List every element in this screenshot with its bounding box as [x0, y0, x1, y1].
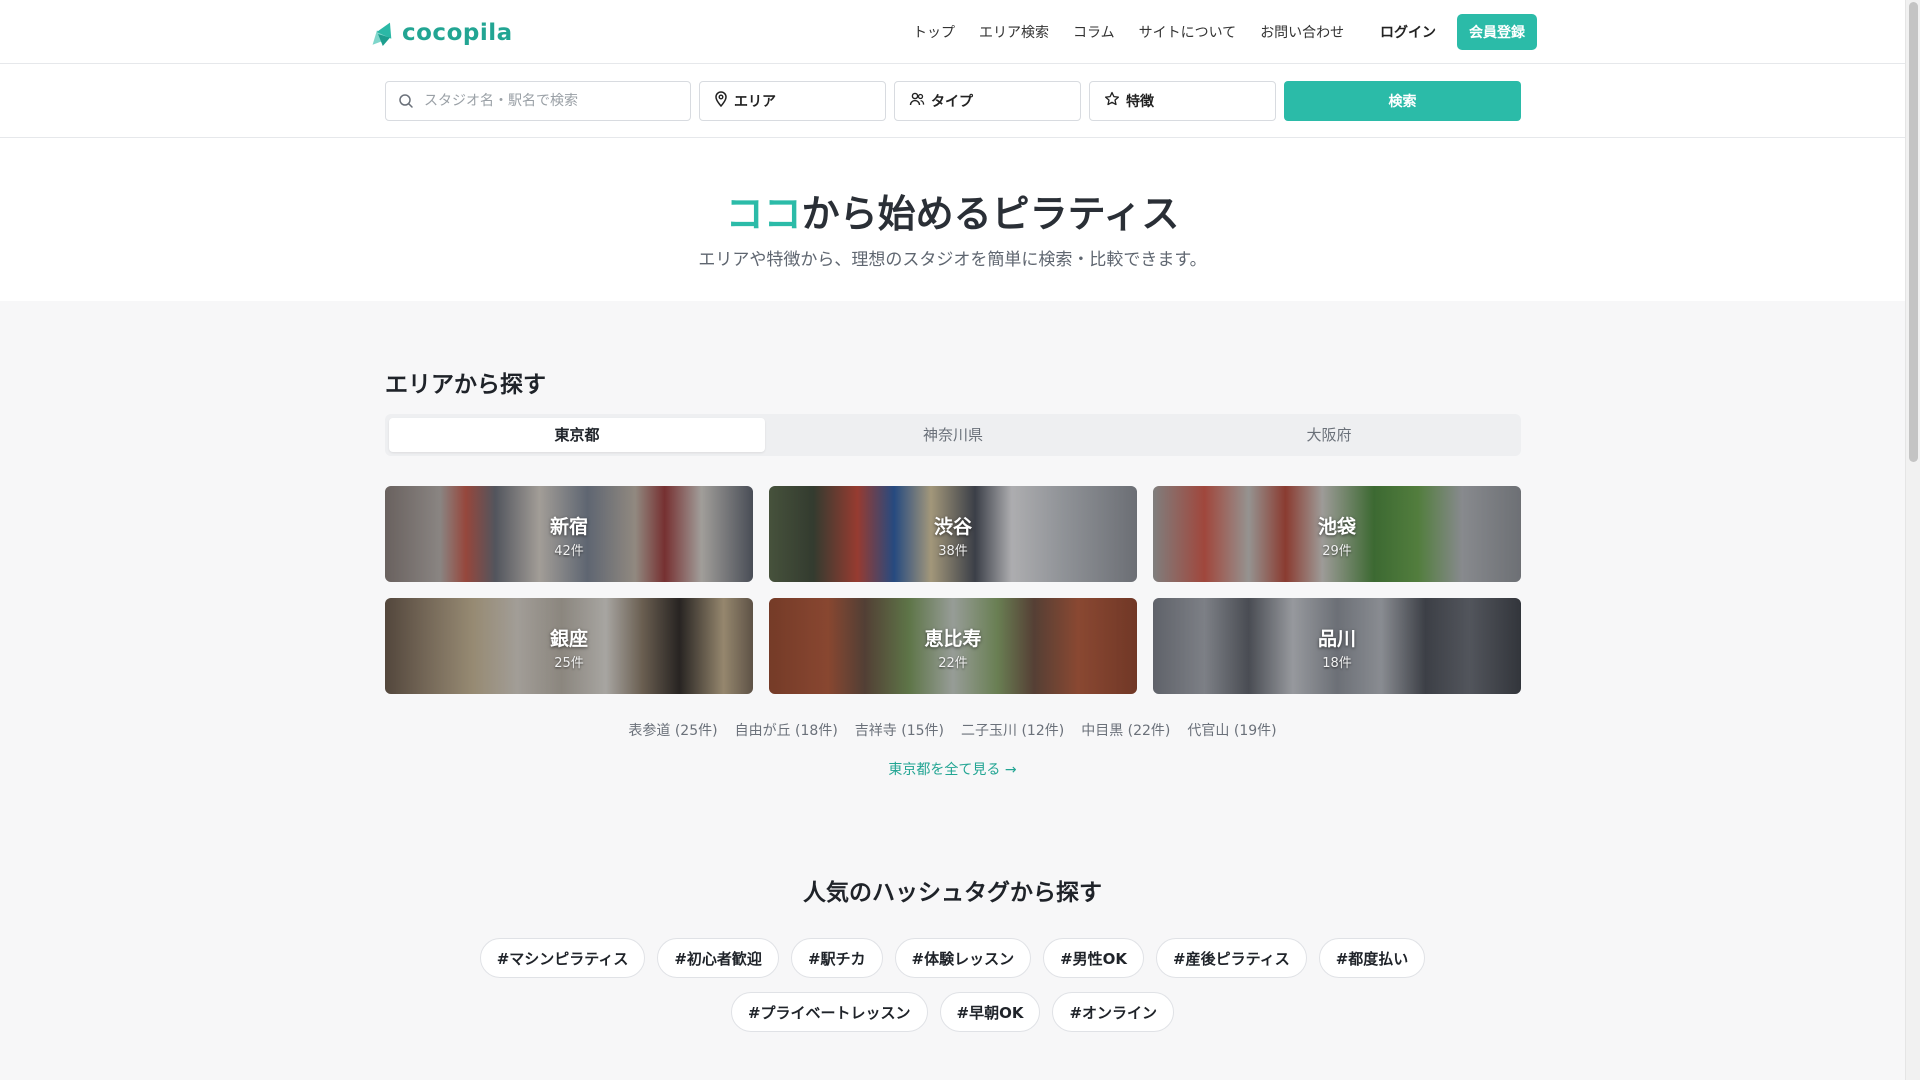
search-button[interactable]: 検索: [1284, 81, 1521, 121]
signup-button[interactable]: 会員登録: [1457, 14, 1537, 50]
logo-mark-icon: [368, 19, 398, 46]
city-count: 18件: [1322, 656, 1352, 671]
main-nav: トップ エリア検索 コラム サイトについて お問い合わせ: [913, 0, 1344, 64]
city-count: 22件: [938, 656, 968, 671]
feature-filter[interactable]: 特徴: [1089, 81, 1276, 121]
hashtag-chip[interactable]: #男性OK: [1043, 938, 1145, 978]
type-filter-label: タイプ: [931, 94, 973, 110]
city-count: 42件: [554, 544, 584, 559]
city-card-ikebukuro[interactable]: 池袋 29件: [1153, 486, 1521, 582]
logo-text: cocopila: [402, 20, 513, 46]
hashtag-chip[interactable]: #早朝OK: [939, 992, 1041, 1032]
city-card-ginza[interactable]: 銀座 25件: [385, 598, 753, 694]
scrollbar-thumb[interactable]: [1909, 2, 1918, 462]
city-card-shinagawa[interactable]: 品川 18件: [1153, 598, 1521, 694]
hashtag-chip[interactable]: #初心者歓迎: [657, 938, 779, 978]
hashtag-chip[interactable]: #オンライン: [1052, 992, 1175, 1032]
star-icon: [1104, 91, 1120, 111]
hashtag-section-title: 人気のハッシュタグから探す: [803, 880, 1102, 906]
tab-tokyo[interactable]: 東京都: [389, 418, 765, 452]
city-name: 恵比寿: [924, 628, 982, 650]
sub-area-link[interactable]: 自由が丘 (18件): [735, 720, 838, 740]
sub-area-list: 表参道 (25件) 自由が丘 (18件) 吉祥寺 (15件) 二子玉川 (12件…: [0, 720, 1905, 740]
nav-item-contact[interactable]: お問い合わせ: [1260, 22, 1344, 42]
see-all-tokyo-link[interactable]: 東京都を全て見る →: [0, 759, 1905, 779]
hashtag-chip[interactable]: #マシンピラティス: [479, 938, 646, 978]
hero-title-accent: ココ: [725, 192, 802, 236]
hero-title: ココから始めるピラティス: [0, 183, 1905, 238]
area-filter[interactable]: エリア: [699, 81, 886, 121]
city-name: 品川: [1317, 628, 1356, 650]
hero: ココから始めるピラティス エリアや特徴から、理想のスタジオを簡単に検索・比較でき…: [0, 139, 1905, 301]
feature-filter-label: 特徴: [1126, 94, 1154, 110]
hashtag-chip[interactable]: #体験レッスン: [894, 938, 1032, 978]
users-icon: [909, 91, 925, 111]
area-section: エリアから探す 東京都 神奈川県 大阪府 新宿 42件 渋谷 38件 池袋 29…: [0, 301, 1905, 1080]
search-field: [385, 81, 691, 121]
hashtag-row-2: #プライベートレッスン #早朝OK #オンライン: [0, 992, 1905, 1032]
page: cocopila トップ エリア検索 コラム サイトについて お問い合わせ ログ…: [0, 0, 1905, 1080]
hero-subtitle: エリアや特徴から、理想のスタジオを簡単に検索・比較できます。: [698, 250, 1207, 270]
sub-area-link[interactable]: 代官山 (19件): [1187, 720, 1276, 740]
search-input[interactable]: [424, 82, 686, 120]
city-card-shinjuku[interactable]: 新宿 42件: [385, 486, 753, 582]
area-filter-label: エリア: [734, 94, 776, 110]
city-name: 新宿: [549, 516, 588, 538]
map-pin-icon: [714, 91, 728, 111]
logo[interactable]: cocopila: [368, 19, 513, 46]
sub-area-link[interactable]: 二子玉川 (12件): [961, 720, 1064, 740]
sub-area-link[interactable]: 吉祥寺 (15件): [855, 720, 944, 740]
city-count: 25件: [554, 656, 584, 671]
prefecture-tabs: 東京都 神奈川県 大阪府: [385, 414, 1521, 456]
city-name: 銀座: [549, 628, 588, 650]
hashtag-row-1: #マシンピラティス #初心者歓迎 #駅チカ #体験レッスン #男性OK #産後ピ…: [0, 938, 1905, 978]
type-filter[interactable]: タイプ: [894, 81, 1081, 121]
hashtag-chip[interactable]: #駅チカ: [790, 938, 883, 978]
sub-area-link[interactable]: 表参道 (25件): [628, 720, 717, 740]
nav-item-about[interactable]: サイトについて: [1139, 22, 1237, 42]
city-count: 29件: [1322, 544, 1352, 559]
city-name: 池袋: [1317, 516, 1356, 538]
hashtag-chip[interactable]: #プライベートレッスン: [730, 992, 928, 1032]
area-section-title: エリアから探す: [385, 372, 546, 398]
nav-item-top[interactable]: トップ: [913, 22, 955, 42]
city-card-shibuya[interactable]: 渋谷 38件: [769, 486, 1137, 582]
hero-title-rest: から始めるピラティス: [801, 192, 1180, 236]
hashtag-chip[interactable]: #産後ピラティス: [1156, 938, 1307, 978]
nav-item-column[interactable]: コラム: [1073, 22, 1115, 42]
city-card-ebisu[interactable]: 恵比寿 22件: [769, 598, 1137, 694]
city-count: 38件: [938, 544, 968, 559]
tab-kanagawa[interactable]: 神奈川県: [765, 418, 1141, 452]
sub-area-link[interactable]: 中目黒 (22件): [1081, 720, 1170, 740]
search-icon: [398, 93, 414, 113]
tab-osaka[interactable]: 大阪府: [1141, 418, 1517, 452]
search-bar: エリア タイプ 特徴 検索: [0, 65, 1905, 138]
city-name: 渋谷: [933, 516, 972, 538]
page-scrollbar[interactable]: [1905, 0, 1920, 1080]
login-link[interactable]: ログイン: [1380, 22, 1436, 42]
site-header: cocopila トップ エリア検索 コラム サイトについて お問い合わせ ログ…: [0, 0, 1905, 64]
hashtag-chip[interactable]: #都度払い: [1318, 938, 1426, 978]
nav-item-area-search[interactable]: エリア検索: [979, 22, 1049, 42]
